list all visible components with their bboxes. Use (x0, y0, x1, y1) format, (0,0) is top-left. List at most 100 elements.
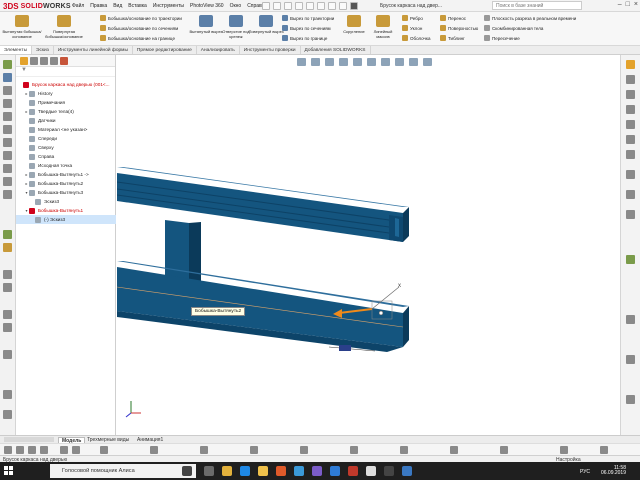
relations-tool-icon[interactable] (3, 190, 12, 199)
tab-sheet-metal[interactable]: Инструменты линейной формы (54, 46, 133, 54)
graphics-area[interactable]: x Бобышка-Вытянуть2 (117, 55, 620, 435)
smart-tool-icon[interactable] (3, 350, 12, 359)
tree-filter-icon[interactable]: ▼ (16, 67, 115, 77)
play-icon[interactable] (350, 2, 358, 10)
forum-icon[interactable] (626, 150, 635, 159)
tree-node[interactable]: Сверху (16, 143, 116, 152)
revolved-cut-button[interactable]: Повернутый вырез (246, 15, 286, 34)
mirror-tool-icon[interactable] (3, 177, 12, 186)
tree-node[interactable]: Исходная точка (16, 161, 116, 170)
tab-scroll[interactable] (4, 437, 54, 442)
tree-node[interactable]: Примечания (16, 98, 116, 107)
draft-button[interactable]: Уклон (402, 25, 422, 31)
taskbar-app-1-icon[interactable] (276, 466, 286, 476)
menu-photoview[interactable]: PhotoView 360 (190, 3, 224, 9)
linear-pattern-button[interactable]: Линейный массив (368, 15, 398, 39)
bottom-tool-14-icon[interactable] (450, 446, 458, 454)
plane-tool-icon[interactable] (3, 270, 12, 279)
tree-node[interactable]: ▸ Бобышка-Вытянуть1 -> (16, 170, 116, 179)
tree-node[interactable]: Справа (16, 152, 116, 161)
scene-icon[interactable] (409, 58, 418, 66)
taskbar-app-6-icon[interactable] (402, 466, 412, 476)
rectangle-tool-icon[interactable] (3, 86, 12, 95)
circle-tool-icon[interactable] (3, 99, 12, 108)
tree-node[interactable]: Материал <не указан> (16, 125, 116, 134)
options-icon[interactable] (339, 2, 347, 10)
select-icon[interactable] (317, 2, 325, 10)
file-explorer-taskbar-icon[interactable] (258, 466, 268, 476)
intersect-button[interactable]: Пересечение (484, 35, 520, 41)
swept-boss-button[interactable]: Бобышка/основание по траектории (100, 15, 182, 21)
drag-handle[interactable] (378, 310, 384, 316)
arc-tool-icon[interactable] (3, 112, 12, 121)
lofted-boss-button[interactable]: Бобышка/основание по сечениям (100, 25, 178, 31)
tab-sketch[interactable]: Эскиз (32, 46, 54, 54)
view-settings-icon[interactable] (423, 58, 432, 66)
chrome-icon[interactable] (222, 466, 232, 476)
view-palette-icon[interactable] (626, 105, 635, 114)
lower-beam-side[interactable] (403, 306, 409, 347)
tree-node[interactable]: Брусок каркаса над дверью (001<... (16, 80, 116, 89)
file-explorer-icon[interactable] (626, 90, 635, 99)
revolved-boss-button[interactable]: Повернутая бобышка/основание (44, 15, 84, 39)
tree-node[interactable]: ▸ History (16, 89, 116, 98)
print-icon[interactable] (295, 2, 303, 10)
dimension-tool-icon[interactable] (3, 138, 12, 147)
search-input[interactable]: Поиск в базе знаний (492, 1, 582, 10)
misc-tool-icon[interactable] (3, 390, 12, 399)
undo-icon[interactable] (306, 2, 314, 10)
maximize-icon[interactable]: □ (626, 1, 630, 8)
axis-tool-icon[interactable] (3, 283, 12, 292)
boundary-boss-button[interactable]: Бобышка/основание на границе (100, 35, 175, 41)
view-orientation-icon[interactable] (353, 58, 362, 66)
close-icon[interactable]: × (634, 1, 638, 8)
tree-node[interactable]: Спереди (16, 134, 116, 143)
display-manager-icon[interactable] (60, 57, 68, 65)
menu-window[interactable]: Окно (230, 3, 242, 9)
line-tool-icon[interactable] (3, 73, 12, 82)
tab-check-tools[interactable]: Инструменты проверки (240, 46, 301, 54)
tree-node[interactable]: (-) Эскиз3 (16, 215, 116, 224)
bottom-tool-11-icon[interactable] (300, 446, 308, 454)
menu-tools[interactable]: Инструменты (153, 3, 184, 9)
bottom-tool-5-icon[interactable] (60, 446, 68, 454)
design-library-icon[interactable] (626, 75, 635, 84)
menu-insert[interactable]: Вставка (128, 3, 147, 9)
assistant-search[interactable]: Голосовой помощник Алиса (50, 464, 196, 478)
solidworks-logo[interactable]: 3DS SOLIDWORKS (3, 1, 71, 11)
extruded-boss-button[interactable]: Вытянутая бобышка/основание (2, 15, 42, 39)
microphone-icon[interactable] (182, 466, 192, 476)
taskbar-app-2-icon[interactable] (294, 466, 304, 476)
taskbar-app-5-icon[interactable] (384, 466, 394, 476)
bottom-tool-7-icon[interactable] (100, 446, 108, 454)
bottom-tool-8-icon[interactable] (150, 446, 158, 454)
taskbar-app-3-icon[interactable] (330, 466, 340, 476)
bottom-tool-15-icon[interactable] (500, 446, 508, 454)
tab-addins[interactable]: Добавления SOLIDWORKS (301, 46, 371, 54)
tab-direct-editing[interactable]: Прямое редактирование (133, 46, 197, 54)
trim-tool-icon[interactable] (3, 151, 12, 160)
property-manager-icon[interactable] (30, 57, 38, 65)
bottom-tool-12-icon[interactable] (350, 446, 358, 454)
previous-view-icon[interactable] (325, 58, 334, 66)
solidworks-taskbar-icon[interactable] (348, 466, 358, 476)
combine-button[interactable]: Скомбинированная тела (484, 25, 543, 31)
zoom-fit-icon[interactable] (297, 58, 306, 66)
dimension-box[interactable] (339, 345, 351, 351)
boss-tool-icon[interactable] (3, 243, 12, 252)
open-icon[interactable] (273, 2, 281, 10)
windows-start-icon[interactable] (4, 466, 14, 476)
new-icon[interactable] (262, 2, 270, 10)
save-icon[interactable] (284, 2, 292, 10)
language-indicator[interactable]: РУС (580, 469, 590, 475)
tree-node[interactable]: Датчики (16, 116, 116, 125)
minimize-icon[interactable]: – (618, 1, 622, 8)
custom-properties-icon[interactable] (626, 135, 635, 144)
menu-file[interactable]: Файл (72, 3, 84, 9)
mass-tool-icon[interactable] (3, 323, 12, 332)
bottom-tool-6-icon[interactable] (72, 446, 80, 454)
upper-beam-side[interactable] (403, 207, 409, 242)
menu-edit[interactable]: Правка (90, 3, 107, 9)
surface-button[interactable]: Поверхностью (440, 25, 478, 31)
display-style-icon[interactable] (367, 58, 376, 66)
